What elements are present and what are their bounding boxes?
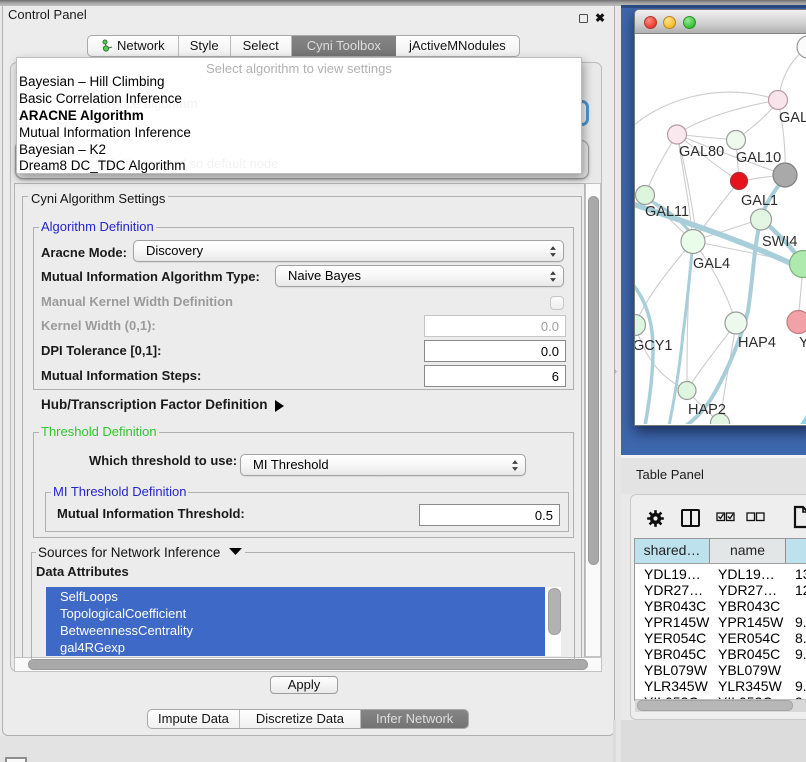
svg-text:SWI4: SWI4: [762, 234, 797, 250]
svg-text:HAP2: HAP2: [688, 402, 726, 418]
svg-text:GAL80: GAL80: [679, 144, 724, 160]
svg-text:GAL10: GAL10: [736, 150, 781, 166]
svg-text:GAL4: GAL4: [693, 256, 730, 272]
svg-text:GAL1: GAL1: [741, 193, 778, 209]
svg-text:YJ: YJ: [799, 335, 806, 351]
svg-text:HAP4: HAP4: [738, 335, 776, 351]
svg-text:GAL7: GAL7: [779, 110, 806, 126]
svg-text:GAL11: GAL11: [645, 204, 689, 220]
svg-text:GCY1: GCY1: [635, 338, 673, 354]
